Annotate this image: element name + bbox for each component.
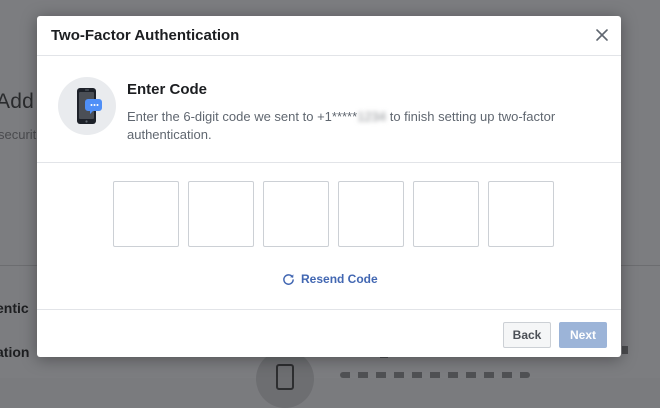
code-digit-2[interactable]	[188, 181, 254, 247]
qr-icon	[276, 364, 294, 390]
phone-number-masked: 1234	[357, 109, 387, 124]
code-digit-3[interactable]	[263, 181, 329, 247]
code-digit-5[interactable]	[413, 181, 479, 247]
description-start: Enter the 6-digit code we sent to	[127, 109, 318, 124]
back-button[interactable]: Back	[503, 322, 551, 348]
next-button[interactable]: Next	[559, 322, 607, 348]
code-input-group	[113, 181, 555, 249]
refresh-icon	[283, 273, 294, 285]
phone-number-visible: +1*****	[317, 109, 358, 124]
enter-code-description: Enter the 6-digit code we sent to +1****…	[127, 108, 597, 144]
enter-code-section: Enter Code Enter the 6-digit code we sen…	[37, 56, 621, 163]
background-qr-avatar	[256, 350, 314, 408]
dialog-title: Two-Factor Authentication	[51, 27, 240, 44]
code-digit-4[interactable]	[338, 181, 404, 247]
enter-code-title: Enter Code	[127, 81, 208, 98]
code-digit-6[interactable]	[488, 181, 554, 247]
background-subtext: securit	[0, 127, 37, 142]
code-digit-1[interactable]	[113, 181, 179, 247]
background-mark	[622, 346, 628, 354]
resend-code-link[interactable]: Resend Code	[282, 270, 378, 288]
background-heading: Add	[0, 90, 34, 113]
background-item-authentication: entic	[0, 300, 29, 316]
dialog-footer: Back Next	[37, 309, 621, 357]
phone-message-icon	[58, 77, 116, 135]
resend-code-label: Resend Code	[301, 272, 378, 286]
background-placeholder-text	[340, 372, 530, 378]
close-icon[interactable]	[593, 26, 611, 44]
dialog-header: Two-Factor Authentication	[37, 16, 621, 56]
two-factor-dialog: Two-Factor Authentication Enter Code Ent…	[37, 16, 621, 357]
background-item-second: ation	[0, 344, 30, 360]
